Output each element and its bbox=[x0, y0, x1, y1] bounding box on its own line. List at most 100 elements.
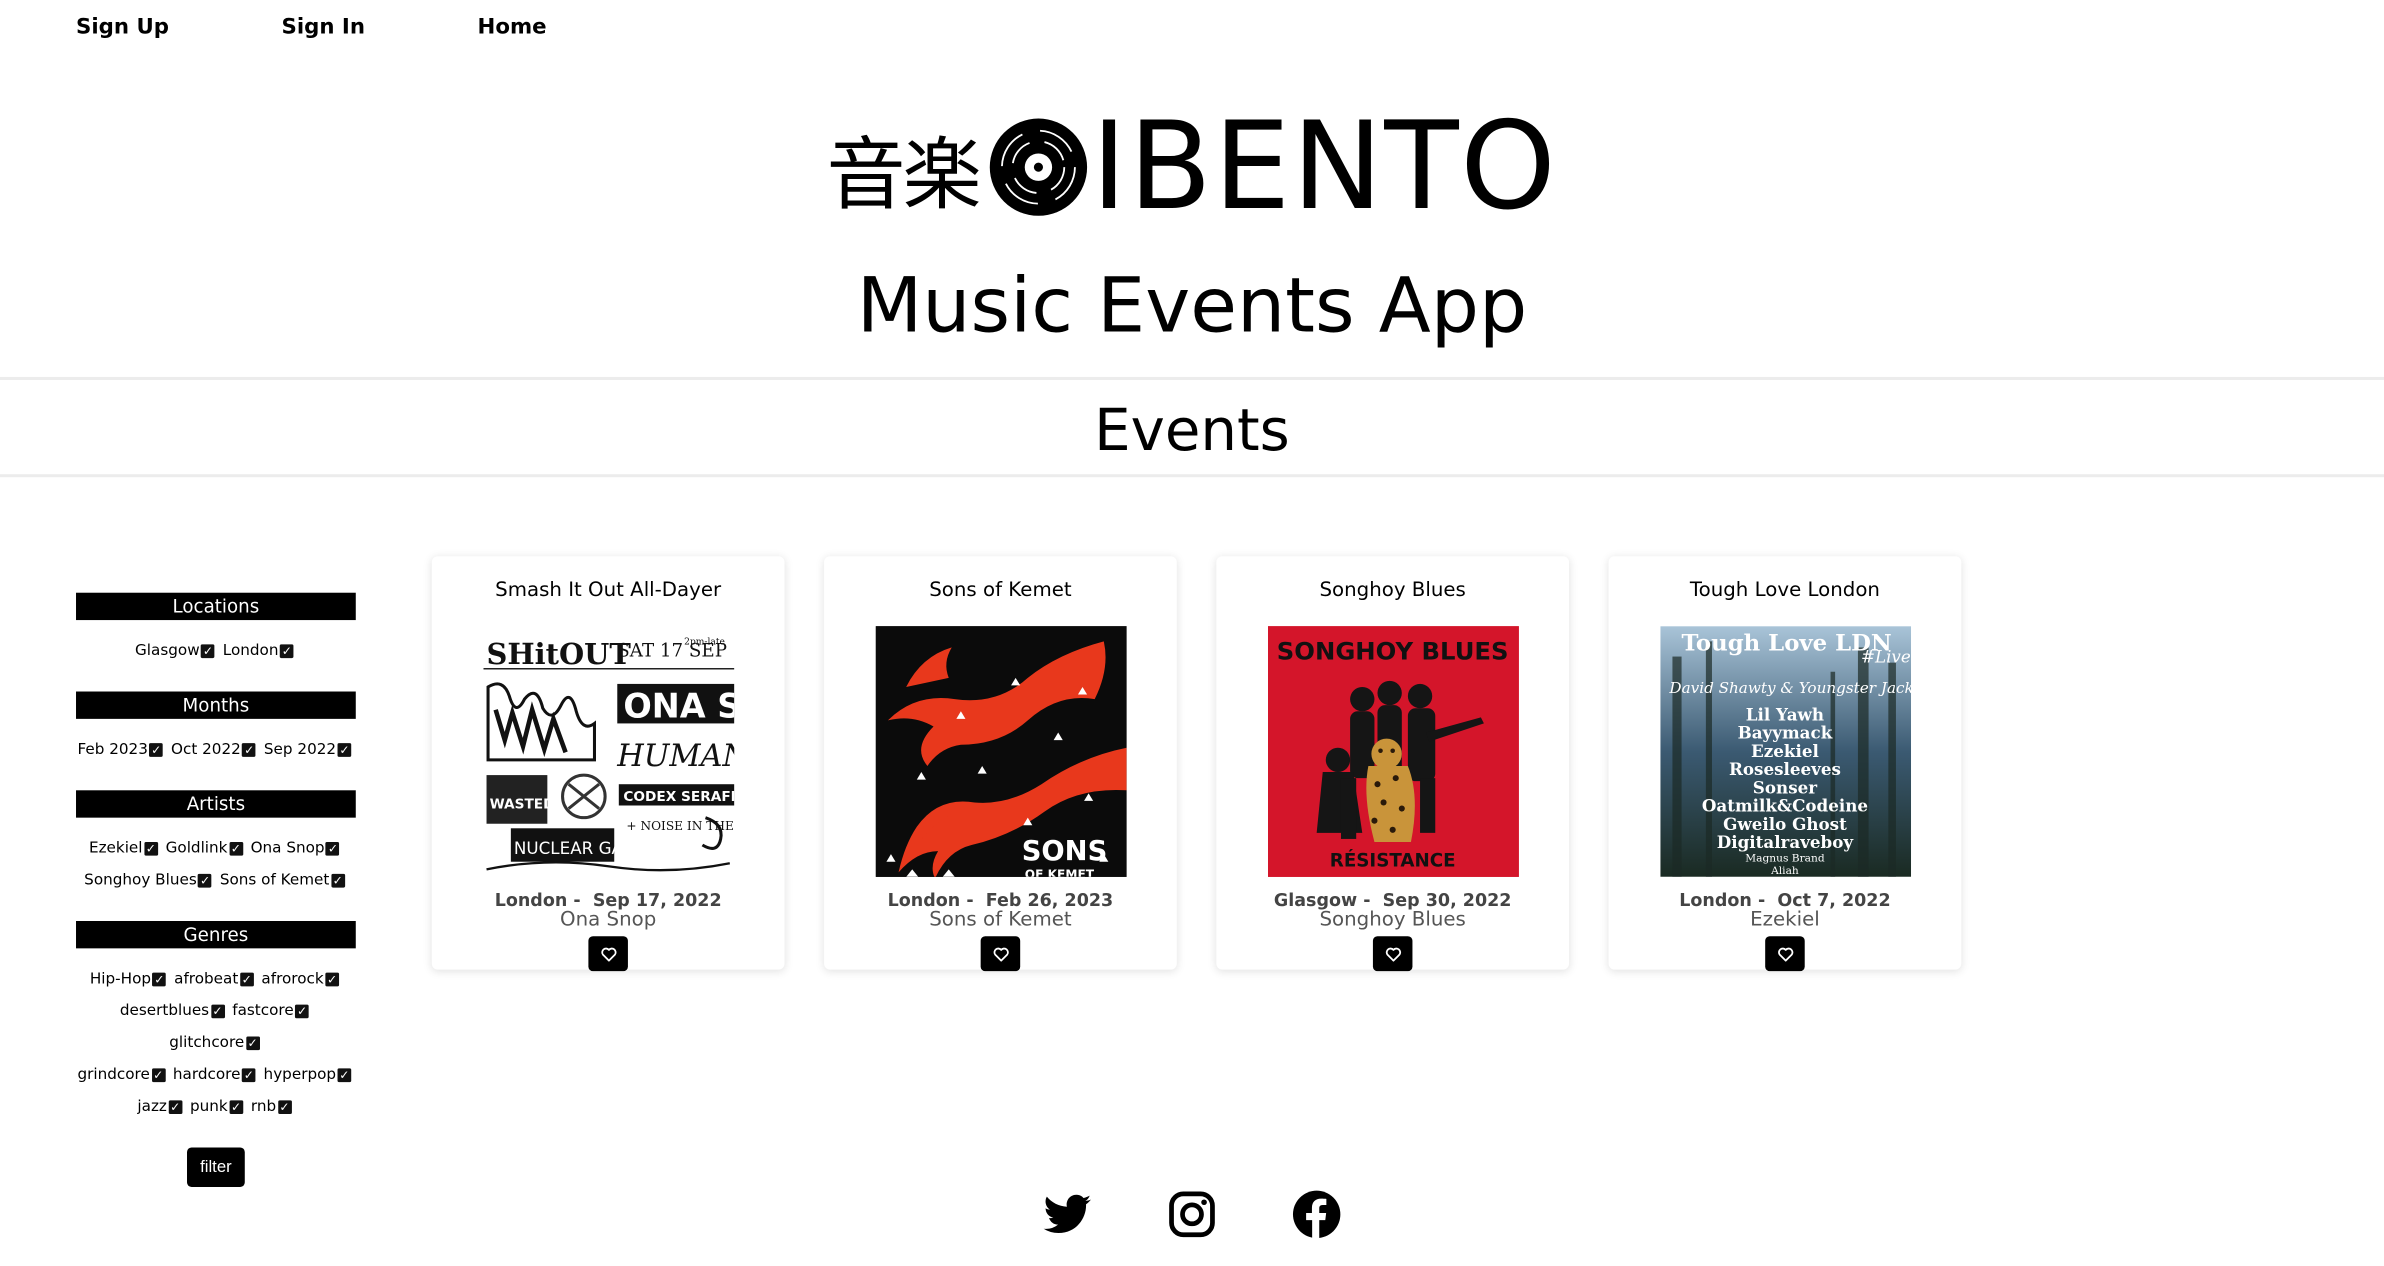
filter-checkbox[interactable]: ✓ bbox=[210, 1003, 225, 1018]
filter-option[interactable]: hyperpop ✓ bbox=[264, 1067, 355, 1084]
filter-row: Songhoy Blues ✓ Sons of Kemet ✓ bbox=[76, 865, 356, 897]
favorite-button[interactable] bbox=[1372, 936, 1413, 972]
poster-line: Aliah bbox=[1769, 864, 1798, 877]
facebook-icon[interactable] bbox=[1291, 1188, 1343, 1240]
filter-group-genres: Genres Hip-Hop ✓ afrobeat ✓ afrorock ✓ desert… bbox=[76, 920, 356, 1123]
filter-option-label: grindcore bbox=[77, 1066, 150, 1084]
filter-row: Ezekiel ✓ Goldlink ✓ Ona Snop ✓ bbox=[76, 833, 356, 865]
filter-checkbox[interactable]: ✓ bbox=[326, 841, 340, 855]
filter-option-label: Ona Snop bbox=[250, 840, 325, 858]
filter-checkbox[interactable]: ✓ bbox=[325, 971, 339, 986]
filter-checkbox[interactable]: ✓ bbox=[330, 873, 345, 887]
filter-checkbox[interactable]: ✓ bbox=[229, 841, 243, 855]
filter-option-label: afrorock bbox=[261, 971, 324, 988]
filter-option[interactable]: London ✓ bbox=[223, 643, 297, 660]
filter-button[interactable]: filter bbox=[187, 1147, 245, 1187]
filter-checkbox[interactable]: ✓ bbox=[152, 971, 167, 986]
filter-option-label: Hip-Hop bbox=[89, 971, 152, 988]
heart-icon bbox=[600, 946, 616, 961]
filter-option[interactable]: Feb 2023 ✓ bbox=[77, 742, 166, 758]
filter-option[interactable]: Sep 2022 ✓ bbox=[263, 741, 354, 759]
event-location-date: London - Feb 26, 2023 bbox=[887, 889, 1114, 911]
filter-option[interactable]: Ezekiel ✓ bbox=[89, 840, 161, 857]
twitter-icon[interactable] bbox=[1041, 1188, 1093, 1240]
event-location-date: London - Sep 17, 2022 bbox=[494, 889, 722, 911]
event-card[interactable]: Tough Love London Tough Love LDN #Live D… bbox=[1608, 556, 1962, 972]
filter-checkbox[interactable]: ✓ bbox=[242, 742, 257, 757]
event-location: London bbox=[1679, 889, 1752, 911]
event-card[interactable]: Sons of Kemet SONS OF KEMET London - Feb… bbox=[824, 556, 1177, 972]
poster-name-2: OF KEMET bbox=[1024, 867, 1094, 876]
filter-option[interactable]: Hip-Hop ✓ bbox=[90, 971, 169, 988]
favorite-button[interactable] bbox=[1765, 936, 1805, 972]
filter-checkbox[interactable]: ✓ bbox=[229, 1099, 243, 1114]
filter-checkbox[interactable]: ✓ bbox=[151, 1067, 166, 1082]
filter-checkbox[interactable]: ✓ bbox=[277, 1099, 292, 1114]
filter-row: Glasgow ✓ London ✓ bbox=[76, 635, 356, 667]
filter-checkbox[interactable]: ✓ bbox=[239, 971, 254, 986]
filter-option-label: Sep 2022 bbox=[263, 741, 337, 759]
filter-option[interactable]: Sons of Kemet ✓ bbox=[220, 872, 348, 889]
filter-option[interactable]: afrorock ✓ bbox=[261, 971, 342, 988]
filter-group-title: Locations bbox=[76, 592, 356, 621]
filter-checkbox[interactable]: ✓ bbox=[245, 1035, 260, 1050]
filter-option[interactable]: Goldlink ✓ bbox=[166, 840, 246, 857]
favorite-button[interactable] bbox=[980, 936, 1021, 972]
filter-checkbox[interactable]: ✓ bbox=[144, 841, 158, 855]
filter-checkbox[interactable]: ✓ bbox=[201, 643, 215, 658]
event-date: Sep 17, 2022 bbox=[592, 889, 722, 911]
poster-band-3: CODEX SERAFINI bbox=[623, 789, 734, 805]
poster-graphic: SONGHOY BLUES RÉSISTANCE bbox=[1267, 626, 1519, 877]
event-card[interactable]: Smash It Out All-Dayer SHitOUT SAT 17 SE… bbox=[431, 556, 785, 972]
smash-it-out-poster: SHitOUT SAT 17 SEP 2pm-late ONA S HUMAN … bbox=[482, 626, 734, 877]
poster-line: Digitalraveboy bbox=[1716, 832, 1854, 852]
filter-option[interactable]: jazz ✓ bbox=[137, 1099, 185, 1116]
event-location-date: Glasgow - Sep 30, 2022 bbox=[1273, 889, 1512, 911]
filter-checkbox[interactable]: ✓ bbox=[295, 1003, 309, 1018]
event-title: Songhoy Blues bbox=[1319, 579, 1466, 602]
nav-home-link[interactable]: Home bbox=[478, 15, 547, 39]
favorite-button[interactable] bbox=[588, 936, 628, 972]
nav-sign-up-link[interactable]: Sign Up bbox=[76, 15, 169, 39]
filter-option[interactable]: Ona Snop ✓ bbox=[251, 840, 343, 857]
filter-option[interactable]: rnb ✓ bbox=[251, 1099, 295, 1116]
filter-option-label: Oct 2022 bbox=[170, 741, 241, 759]
filter-option-label: rnb bbox=[250, 1098, 277, 1116]
filter-checkbox[interactable]: ✓ bbox=[337, 742, 352, 757]
filter-option[interactable]: afrobeat ✓ bbox=[174, 971, 256, 988]
filter-option[interactable]: hardcore ✓ bbox=[173, 1067, 259, 1084]
poster-live: #Live bbox=[1860, 647, 1910, 667]
filter-checkbox[interactable]: ✓ bbox=[337, 1067, 352, 1082]
filter-option[interactable]: fastcore ✓ bbox=[232, 1003, 312, 1020]
filter-checkbox[interactable]: ✓ bbox=[280, 643, 294, 658]
event-date: Oct 7, 2022 bbox=[1777, 889, 1891, 911]
poster-headline: SHitOUT bbox=[486, 637, 631, 671]
filter-checkbox[interactable]: ✓ bbox=[198, 873, 212, 887]
event-location: Glasgow bbox=[1273, 889, 1358, 911]
filter-option[interactable]: punk ✓ bbox=[190, 1099, 246, 1116]
event-title: Tough Love London bbox=[1689, 579, 1880, 602]
logo-kanji: 音楽 bbox=[826, 129, 982, 222]
filter-option[interactable]: Oct 2022 ✓ bbox=[170, 741, 259, 759]
filter-option-label: hardcore bbox=[172, 1066, 241, 1084]
instagram-icon[interactable] bbox=[1166, 1188, 1218, 1240]
filter-checkbox[interactable]: ✓ bbox=[241, 1067, 256, 1082]
filter-option[interactable]: Songhoy Blues ✓ bbox=[84, 872, 215, 889]
filter-option[interactable]: Glasgow ✓ bbox=[135, 643, 218, 660]
filter-option[interactable]: desertblues ✓ bbox=[120, 1003, 228, 1020]
event-card[interactable]: Songhoy Blues SONGHOY BLUES RÉSISTANCE G… bbox=[1216, 556, 1570, 972]
filter-option-label: glitchcore bbox=[169, 1034, 245, 1052]
event-location: London bbox=[494, 889, 568, 911]
filter-checkbox[interactable]: ✓ bbox=[149, 742, 164, 757]
filter-row: jazz ✓ punk ✓ rnb ✓ bbox=[76, 1091, 356, 1123]
filter-option-label: Glasgow bbox=[135, 642, 200, 660]
vinyl-record-icon bbox=[989, 118, 1087, 216]
tough-love-poster: Tough Love LDN #Live David Shawty & Youn… bbox=[1659, 626, 1911, 877]
filter-option[interactable]: grindcore ✓ bbox=[77, 1067, 168, 1084]
nav-sign-in-link[interactable]: Sign In bbox=[281, 15, 365, 39]
filter-option[interactable]: glitchcore ✓ bbox=[169, 1035, 262, 1052]
filter-checkbox[interactable]: ✓ bbox=[168, 1099, 183, 1114]
filter-group-title: Months bbox=[76, 691, 356, 719]
top-nav: Sign Up Sign In Home bbox=[76, 15, 547, 39]
event-date: Feb 26, 2023 bbox=[985, 889, 1114, 911]
